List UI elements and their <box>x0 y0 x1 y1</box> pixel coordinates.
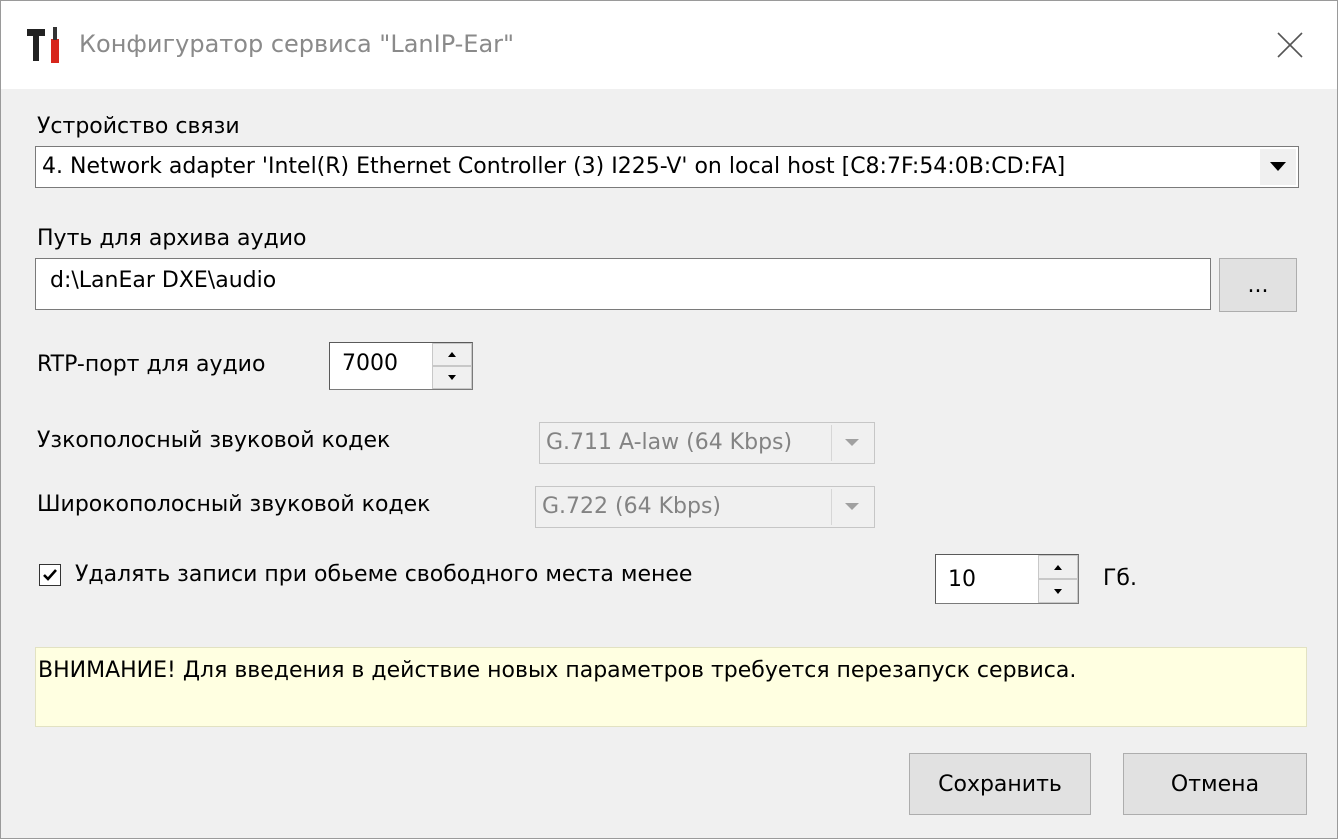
free-space-spinner[interactable]: 10 <box>935 554 1079 604</box>
close-icon <box>1277 32 1303 58</box>
free-space-spin-buttons <box>1038 555 1078 603</box>
arrow-down-icon <box>448 375 456 380</box>
free-space-up-button[interactable] <box>1038 555 1078 579</box>
arrow-down-icon <box>1054 588 1062 594</box>
rtp-port-value: 7000 <box>342 351 398 376</box>
rtp-port-up-button[interactable] <box>432 343 472 366</box>
window-title: Конфигуратор сервиса "LanIP-Ear" <box>79 30 515 58</box>
save-button[interactable]: Сохранить <box>909 753 1091 815</box>
browse-button[interactable]: ... <box>1219 258 1297 312</box>
wideband-codec-dropdown-button[interactable] <box>831 489 872 525</box>
narrowband-codec-label: Узкополосный звуковой кодек <box>37 428 391 453</box>
device-select-dropdown-button[interactable] <box>1260 149 1296 185</box>
checkmark-icon <box>43 569 57 581</box>
tools-icon <box>27 27 59 63</box>
rtp-port-down-button[interactable] <box>432 366 472 389</box>
restart-warning: ВНИМАНИЕ! Для введения в действие новых … <box>35 647 1307 727</box>
restart-warning-text: ВНИМАНИЕ! Для введения в действие новых … <box>38 658 1077 683</box>
narrowband-codec-dropdown-button[interactable] <box>831 425 872 461</box>
narrowband-codec-select[interactable]: G.711 A-law (64 Kbps) <box>539 422 875 464</box>
rtp-port-spin-buttons <box>432 343 472 389</box>
free-space-value: 10 <box>948 567 976 592</box>
cleanup-checkbox[interactable] <box>39 564 61 586</box>
wideband-codec-label: Широкополосный звуковой кодек <box>37 492 431 517</box>
chevron-down-icon <box>845 439 859 446</box>
device-select[interactable]: 4. Network adapter 'Intel(R) Ethernet Co… <box>35 146 1299 188</box>
cleanup-label[interactable]: Удалять записи при обьеме свободного мес… <box>75 560 692 590</box>
free-space-unit: Гб. <box>1103 566 1137 591</box>
config-dialog: Конфигуратор сервиса "LanIP-Ear" Устройс… <box>0 0 1338 839</box>
close-button[interactable] <box>1257 17 1323 73</box>
archive-path-input[interactable]: d:\LanEar DXE\audio <box>35 258 1211 310</box>
device-label: Устройство связи <box>37 114 240 139</box>
title-bar: Конфигуратор сервиса "LanIP-Ear" <box>1 1 1337 89</box>
chevron-down-icon <box>1270 162 1286 171</box>
chevron-down-icon <box>845 503 859 510</box>
arrow-up-icon <box>1054 564 1062 570</box>
rtp-port-label: RTP-порт для аудио <box>37 352 266 377</box>
archive-path-label: Путь для архива аудио <box>37 226 307 251</box>
rtp-port-spinner[interactable]: 7000 <box>329 342 473 390</box>
cancel-button[interactable]: Отмена <box>1123 753 1307 815</box>
wideband-codec-value: G.722 (64 Kbps) <box>542 494 721 519</box>
arrow-up-icon <box>448 352 456 357</box>
free-space-down-button[interactable] <box>1038 579 1078 603</box>
wideband-codec-select[interactable]: G.722 (64 Kbps) <box>535 486 875 528</box>
archive-path-value: d:\LanEar DXE\audio <box>50 268 277 293</box>
device-select-value: 4. Network adapter 'Intel(R) Ethernet Co… <box>42 154 1066 179</box>
narrowband-codec-value: G.711 A-law (64 Kbps) <box>546 430 793 455</box>
